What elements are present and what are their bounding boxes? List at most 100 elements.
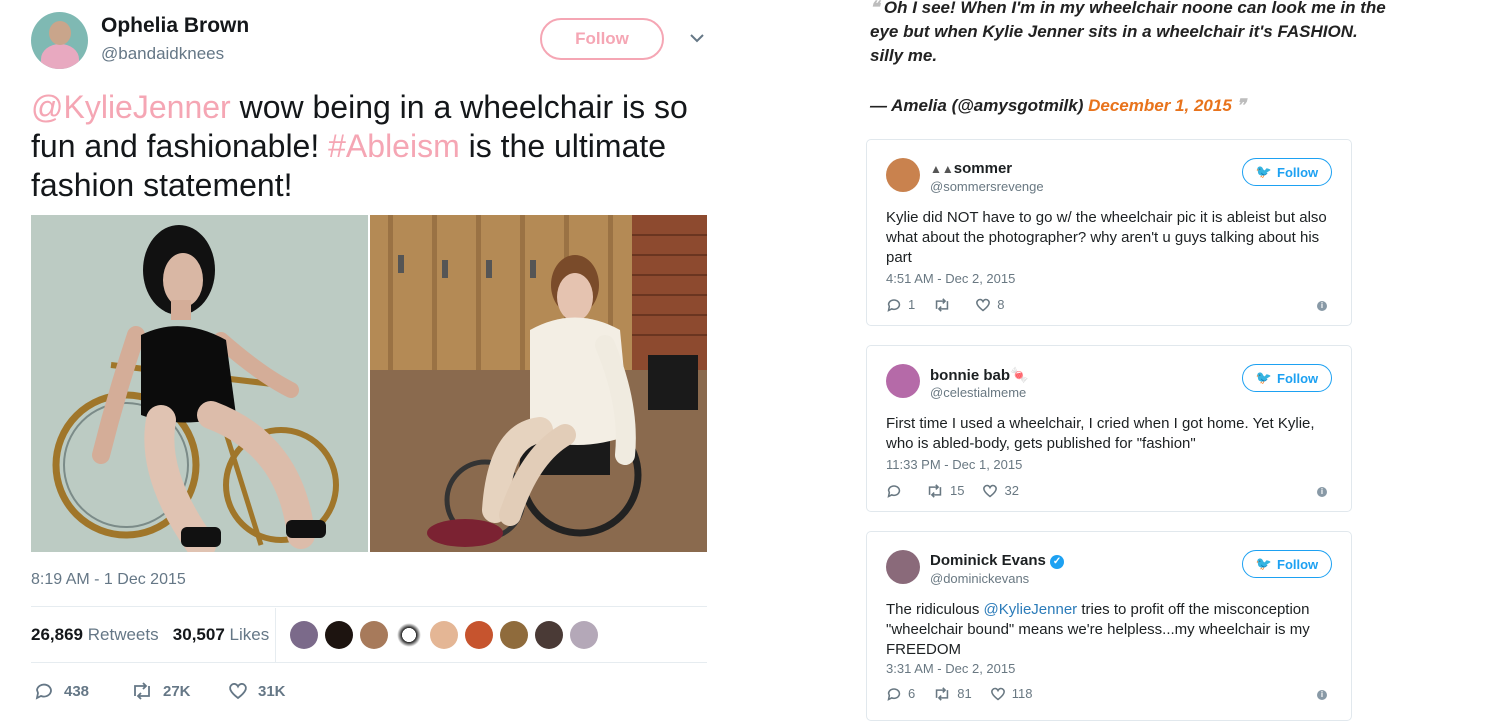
retweet-action[interactable]: 27K [131,682,191,700]
retweet-icon [928,483,942,498]
tweet-actions: 1 8 [886,297,1022,312]
tweet-timestamp[interactable]: 3:31 AM - Dec 2, 2015 [886,661,1015,676]
retweet-icon [134,682,150,700]
blockquote: ❝ Oh I see! When I'm in my wheelchair no… [870,0,1390,68]
tweet-body: The ridiculous @KylieJenner tries to pro… [886,600,1341,660]
heart-icon [976,298,991,311]
candy-emoji-icon: 🍬 [1010,367,1029,384]
follow-button[interactable]: 🐦 Follow [1242,550,1332,578]
liker-avatar[interactable] [535,621,563,649]
reply-count: 6 [908,686,916,701]
tweet-photo-left[interactable] [31,215,368,552]
embedded-tweet: ▲▲sommer @sommersrevenge 🐦 Follow Kylie d… [866,139,1352,326]
heart-icon [990,687,1005,700]
bat-icon: ▲▲ [930,162,954,176]
like-action[interactable]: 31K [228,682,286,700]
follow-button[interactable]: 🐦 Follow [1242,364,1332,392]
quote-date-link[interactable]: December 1, 2015 [1088,96,1232,115]
reply-count: 1 [908,297,916,312]
retweet-action[interactable]: 15 [926,483,964,498]
embedded-tweet: Dominick Evans ✓ @dominickevans 🐦 Follow … [866,531,1352,721]
info-icon[interactable]: i [1317,487,1327,497]
follow-button[interactable]: Follow [540,18,664,60]
chevron-down-icon[interactable] [688,30,706,46]
like-action[interactable]: 118 [990,686,1033,701]
follow-button[interactable]: 🐦 Follow [1242,158,1332,186]
reply-action[interactable]: 438 [34,682,89,700]
tweet-stats: 26,869 Retweets 30,507 Likes [31,625,269,645]
retweet-icon [936,297,949,312]
divider [31,662,707,663]
liker-avatar[interactable] [570,621,598,649]
tweet-author-handle[interactable]: @sommersrevenge [930,179,1044,194]
tweet-author-handle[interactable]: @dominickevans [930,571,1029,586]
twitter-bird-icon: 🐦 [1255,164,1272,179]
reply-action[interactable]: 1 [886,297,915,312]
retweet-count: 81 [957,686,972,701]
reply-action[interactable] [886,484,908,498]
quote-text: Oh I see! When I'm in my wheelchair noon… [870,0,1386,65]
divider [275,608,276,662]
twitter-bird-icon: 🐦 [1255,556,1272,571]
twitter-bird-icon: 🐦 [1255,370,1272,385]
tweet-author-name[interactable]: Dominick Evans ✓ [930,552,1065,569]
avatar[interactable] [886,550,920,584]
close-quote-icon: ❞ [1236,96,1246,115]
reply-icon [887,484,901,498]
tweet-author-name[interactable]: ▲▲sommer [930,160,1012,177]
tweet-author-name[interactable]: bonnie bab🍬 [930,366,1029,384]
reply-count: 438 [64,682,90,700]
tweet-timestamp[interactable]: 11:33 PM - Dec 1, 2015 [886,457,1022,472]
heart-icon [229,683,247,700]
mention-link[interactable]: @KylieJenner [984,601,1078,618]
like-action[interactable]: 8 [975,297,1004,312]
tweet-author-handle[interactable]: @celestialmeme [930,385,1026,400]
quote-author: — Amelia (@amysgotmilk) [870,96,1084,115]
tweet-timestamp[interactable]: 8:19 AM - 1 Dec 2015 [31,571,186,589]
liker-avatar[interactable] [500,621,528,649]
hashtag-link[interactable]: #Ableism [328,128,460,164]
liker-avatar[interactable] [395,621,423,649]
author-name-text: bonnie bab [930,367,1010,384]
tweet-actions: 15 32 [886,483,1037,498]
author-name[interactable]: Ophelia Brown [101,14,249,38]
liker-avatar[interactable] [430,621,458,649]
like-action[interactable]: 32 [982,483,1019,498]
divider [31,606,707,607]
liker-avatar[interactable] [360,621,388,649]
author-name-text: sommer [953,160,1013,177]
retweet-count: 15 [950,483,965,498]
reply-action[interactable]: 6 [886,686,915,701]
liker-avatar[interactable] [290,621,318,649]
like-label[interactable]: Likes [230,625,270,644]
liker-avatar[interactable] [465,621,493,649]
liker-avatar[interactable] [325,621,353,649]
info-icon[interactable]: i [1317,301,1327,311]
reply-icon [35,683,52,700]
avatar[interactable] [886,364,920,398]
author-handle[interactable]: @bandaidknees [101,44,224,64]
like-count: 118 [1011,686,1033,701]
retweet-action[interactable]: 81 [933,686,972,701]
reply-icon [887,298,901,312]
verified-badge-icon: ✓ [1050,555,1065,569]
heart-icon [983,484,998,497]
reply-icon [887,687,901,701]
tweet-photo-right[interactable] [370,215,707,552]
avatar[interactable] [886,158,920,192]
tweet-body-part: The ridiculous [886,601,984,618]
tweet-body: Kylie did NOT have to go w/ the wheelcha… [886,209,1327,266]
tweet-actions: 6 81 118 [886,686,1050,701]
retweet-label[interactable]: Retweets [88,625,159,644]
author-avatar[interactable] [31,12,88,69]
tweet-body: First time I used a wheelchair, I cried … [886,415,1315,452]
author-name-text: Dominick Evans [930,552,1046,569]
retweet-count[interactable]: 26,869 [31,625,83,644]
quote-attribution: — Amelia (@amysgotmilk) December 1, 2015… [870,96,1246,116]
mention-link[interactable]: @KylieJenner [31,89,231,125]
retweet-action[interactable] [933,297,957,312]
like-count[interactable]: 30,507 [173,625,225,644]
tweet-timestamp[interactable]: 4:51 AM - Dec 2, 2015 [886,271,1015,286]
info-icon[interactable]: i [1317,690,1327,700]
like-count: 8 [997,297,1005,312]
